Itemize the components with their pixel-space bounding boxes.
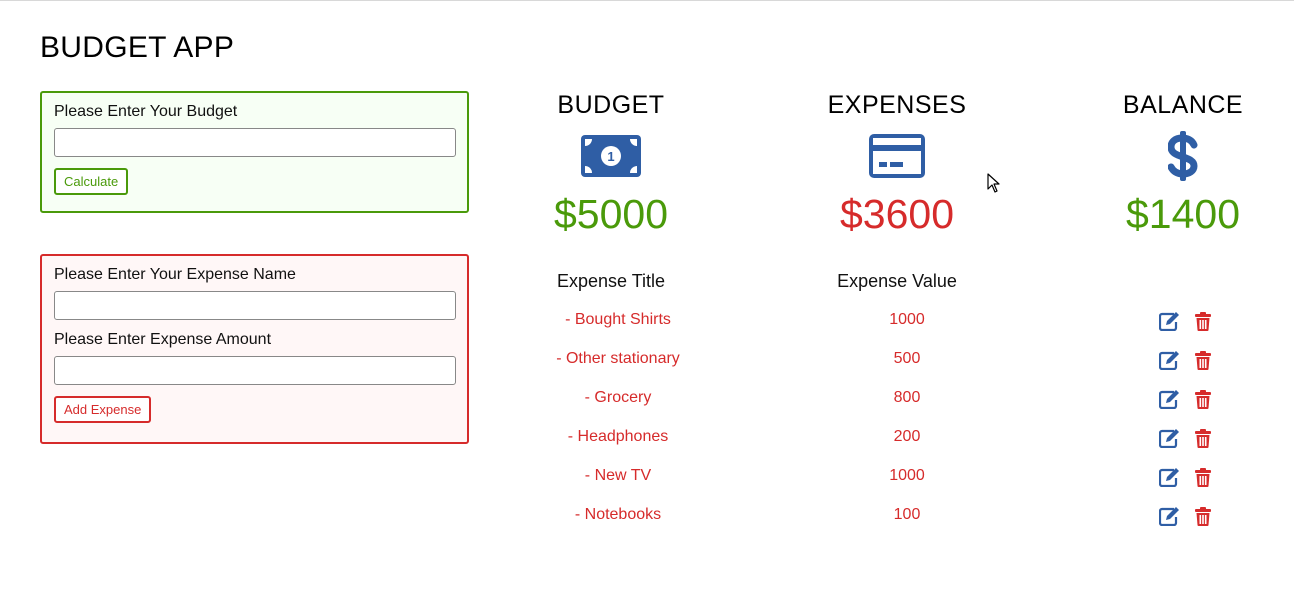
expense-actions: [1158, 350, 1214, 370]
expense-title: - Headphones: [567, 428, 669, 445]
edit-icon[interactable]: [1158, 350, 1180, 370]
trash-icon[interactable]: [1192, 428, 1214, 448]
expense-title-header: Expense Title: [556, 271, 666, 291]
expense-title: - Grocery: [584, 389, 652, 406]
expense-name-label: Please Enter Your Expense Name: [54, 266, 296, 283]
expenses-title: EXPENSES: [827, 91, 967, 119]
edit-icon[interactable]: [1158, 311, 1180, 331]
expense-row: - Bought Shirts 1000: [0, 311, 1294, 335]
calculate-button[interactable]: Calculate: [54, 168, 129, 195]
expense-value: 500: [893, 350, 921, 367]
expense-row: - Other stationary 500: [0, 350, 1294, 374]
expense-row: - Grocery 800: [0, 389, 1294, 413]
svg-text:1: 1: [607, 149, 614, 164]
budget-summary: BUDGET 1 $5000: [511, 91, 711, 238]
expense-row: - Notebooks 100: [0, 506, 1294, 530]
budget-form: Please Enter Your Budget Calculate: [40, 91, 469, 213]
budget-title: BUDGET: [557, 91, 665, 119]
app-title: BUDGET APP: [40, 31, 235, 64]
credit-card-icon: [797, 131, 997, 181]
balance-summary: BALANCE $1400: [1083, 91, 1283, 238]
budget-input[interactable]: [54, 128, 456, 157]
edit-icon[interactable]: [1158, 389, 1180, 409]
edit-icon[interactable]: [1158, 428, 1180, 448]
expense-actions: [1158, 311, 1214, 331]
expense-value: 1000: [889, 311, 925, 328]
expense-actions: [1158, 467, 1214, 487]
mouse-cursor-icon: [987, 173, 1000, 193]
expense-value-header: Expense Value: [837, 271, 957, 291]
expense-row: - Headphones 200: [0, 428, 1294, 452]
balance-amount: $1400: [1125, 191, 1240, 237]
trash-icon[interactable]: [1192, 506, 1214, 526]
trash-icon[interactable]: [1192, 389, 1214, 409]
dollar-sign-icon: [1083, 131, 1283, 181]
edit-icon[interactable]: [1158, 506, 1180, 526]
expense-value: 200: [893, 428, 921, 445]
expense-title: - Notebooks: [574, 506, 662, 523]
trash-icon[interactable]: [1192, 350, 1214, 370]
expense-value: 100: [893, 506, 921, 523]
expense-value: 800: [893, 389, 921, 406]
money-bill-icon: 1: [511, 131, 711, 181]
trash-icon[interactable]: [1192, 311, 1214, 331]
expense-actions: [1158, 428, 1214, 448]
edit-icon[interactable]: [1158, 467, 1180, 487]
expense-title: - New TV: [584, 467, 652, 484]
trash-icon[interactable]: [1192, 467, 1214, 487]
expense-value: 1000: [889, 467, 925, 484]
balance-title: BALANCE: [1122, 91, 1244, 119]
budget-amount: $5000: [553, 191, 668, 237]
expense-form: Please Enter Your Expense Name Please En…: [40, 254, 469, 444]
expense-actions: [1158, 389, 1214, 409]
expense-actions: [1158, 506, 1214, 526]
expenses-summary: EXPENSES $3600: [797, 91, 997, 238]
expense-title: - Other stationary: [556, 350, 680, 367]
expense-row: - New TV 1000: [0, 467, 1294, 491]
expenses-amount: $3600: [839, 191, 954, 237]
expense-title: - Bought Shirts: [565, 311, 671, 328]
budget-label: Please Enter Your Budget: [54, 103, 238, 120]
